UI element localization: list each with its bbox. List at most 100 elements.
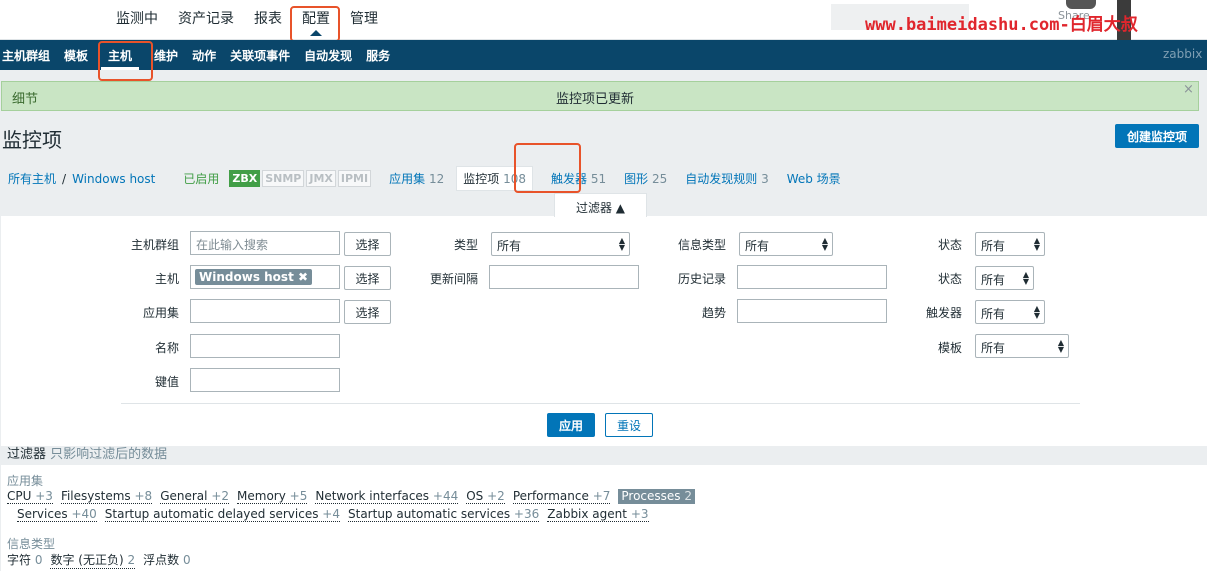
create-item-button[interactable]: 创建监控项	[1115, 124, 1199, 148]
trends-input[interactable]	[737, 299, 887, 323]
update-interval-input[interactable]	[489, 265, 639, 289]
tab-graphs[interactable]: 图形 25	[624, 170, 667, 187]
trends-label: 趋势	[701, 306, 726, 320]
host-group-input[interactable]: 在此输入搜索	[190, 231, 340, 255]
badge-zbx: ZBX	[229, 170, 261, 187]
subfilter-app-network[interactable]: Network interfaces +44	[315, 489, 459, 504]
top-nav-reports[interactable]: 报表	[246, 0, 290, 40]
subfilter-app-performance[interactable]: Performance +7	[512, 489, 611, 504]
watermark: www.baimeidashu.com-白眉大叔	[865, 15, 1138, 35]
host-status-enabled[interactable]: 已启用	[183, 170, 219, 187]
subfilter-info-char: 字符 0	[7, 553, 43, 567]
select-arrows-icon: ▲ ▼	[821, 236, 828, 252]
host-select-button[interactable]: 选择	[344, 266, 391, 290]
badge-snmp: SNMP	[262, 170, 305, 187]
key-label: 键值	[154, 375, 179, 389]
select-arrows-icon: ▲ ▼	[1033, 304, 1040, 320]
top-nav-monitoring[interactable]: 监测中	[108, 0, 166, 40]
breadcrumb-host[interactable]: Windows host	[72, 172, 155, 186]
history-input[interactable]	[737, 265, 887, 289]
host-group-label: 主机群组	[130, 238, 179, 252]
key-input[interactable]	[190, 368, 340, 392]
state-label: 状态	[937, 238, 962, 252]
host-navigation: 所有主机 / Windows host 已启用 ZBX SNMP JMX IPM…	[8, 166, 841, 191]
state-select[interactable]: 所有 ▲ ▼	[975, 232, 1045, 256]
subfilter-app-startup-delayed[interactable]: Startup automatic delayed services +4	[104, 507, 340, 522]
reset-button[interactable]: 重设	[605, 413, 653, 437]
template-label: 模板	[937, 341, 962, 355]
tab-discovery-rules[interactable]: 自动发现规则 3	[685, 170, 768, 187]
filter-toggle-tab[interactable]: 过滤器 ▲	[554, 193, 647, 217]
select-arrows-icon: ▲ ▼	[1057, 338, 1064, 354]
breadcrumb-all-hosts[interactable]: 所有主机	[8, 170, 56, 187]
name-label: 名称	[154, 341, 179, 355]
filter-divider	[121, 403, 1080, 404]
subfilter-title: 过滤器 只影响过滤后的数据	[7, 447, 168, 462]
host-label: 主机	[154, 272, 179, 286]
triggers-select[interactable]: 所有 ▲ ▼	[975, 300, 1045, 324]
host-input[interactable]: Windows host ✖	[190, 265, 340, 289]
subfilter-info-unsigned[interactable]: 数字 (无正负) 2	[50, 551, 136, 569]
subfilter-info-row: 字符 0 数字 (无正负) 2 浮点数 0	[7, 551, 199, 569]
type-select[interactable]: 所有 ▲ ▼	[491, 232, 630, 256]
sub-nav-templates[interactable]: 模板	[57, 40, 95, 70]
top-nav: 监测中 资产记录 报表 配置 管理	[108, 0, 386, 40]
sub-nav-correlation[interactable]: 关联项事件	[223, 40, 297, 70]
host-group-select-button[interactable]: 选择	[344, 232, 391, 256]
highlight-triggers	[514, 143, 581, 193]
message-text: 监控项已更新	[556, 92, 635, 107]
subfilter-app-services[interactable]: Services +40	[17, 507, 97, 522]
template-select[interactable]: 所有 ▲ ▼	[975, 334, 1069, 358]
remove-chip-icon[interactable]: ✖	[298, 270, 308, 284]
select-arrows-icon: ▲ ▼	[1033, 236, 1040, 252]
status-select[interactable]: 所有 ▲ ▼	[975, 266, 1034, 290]
brand-label: zabbix	[1163, 47, 1203, 61]
subfilter-app-os[interactable]: OS +2	[466, 489, 505, 504]
close-icon[interactable]: ×	[1183, 82, 1194, 97]
top-nav-administration[interactable]: 管理	[342, 0, 386, 40]
tab-applications[interactable]: 应用集 12	[389, 170, 444, 187]
triggers-label: 触发器	[925, 306, 962, 320]
status-label: 状态	[937, 272, 962, 286]
subfilter-applications-heading: 应用集	[7, 474, 44, 488]
select-arrows-icon: ▲ ▼	[1022, 270, 1029, 286]
badge-jmx: JMX	[306, 170, 336, 187]
subfilter-info-type-heading: 信息类型	[7, 537, 56, 551]
subfilter-info-float: 浮点数 0	[143, 553, 191, 567]
tab-web-scenarios[interactable]: Web 场景	[787, 170, 841, 187]
type-label: 类型	[453, 238, 478, 252]
top-nav-inventory[interactable]: 资产记录	[170, 0, 242, 40]
info-type-select[interactable]: 所有 ▲ ▼	[739, 232, 833, 256]
name-input[interactable]	[190, 334, 340, 358]
sub-nav: 主机群组 模板 主机 维护 动作 关联项事件 自动发现 服务	[0, 40, 397, 70]
apply-button[interactable]: 应用	[547, 413, 595, 437]
subfilter-app-memory[interactable]: Memory +5	[237, 489, 308, 504]
subfilter-app-zabbix-agent[interactable]: Zabbix agent +3	[547, 507, 649, 522]
highlight-configuration	[290, 6, 340, 42]
select-arrows-icon: ▲ ▼	[618, 236, 625, 252]
subfilter-app-startup-auto[interactable]: Startup automatic services +36	[348, 507, 540, 522]
message-details-link[interactable]: 细节	[12, 88, 38, 107]
subfilter-app-processes[interactable]: Processes 2	[618, 489, 696, 504]
sub-nav-services[interactable]: 服务	[359, 40, 397, 70]
badge-ipmi: IPMI	[337, 170, 372, 187]
highlight-hosts	[98, 41, 153, 81]
subfilter-apps-row-2: Services +40 Startup automatic delayed s…	[17, 507, 657, 522]
update-interval-label: 更新间隔	[429, 272, 478, 286]
share-overlay	[1066, 0, 1096, 9]
breadcrumb-separator: /	[62, 171, 67, 186]
host-chip: Windows host ✖	[195, 269, 313, 285]
application-select-button[interactable]: 选择	[344, 300, 391, 324]
history-label: 历史记录	[677, 272, 726, 286]
subfilter-app-filesystems[interactable]: Filesystems +8	[60, 489, 153, 504]
application-input[interactable]	[190, 299, 340, 323]
sub-nav-discovery[interactable]: 自动发现	[297, 40, 359, 70]
page-title: 监控项	[2, 128, 62, 152]
application-label: 应用集	[142, 306, 179, 320]
subfilter-apps-row-1: CPU +3 Filesystems +8 General +2 Memory …	[7, 489, 703, 504]
sub-nav-actions[interactable]: 动作	[185, 40, 223, 70]
subfilter-app-cpu[interactable]: CPU +3	[7, 489, 53, 504]
sub-nav-host-groups[interactable]: 主机群组	[0, 40, 57, 70]
info-type-label: 信息类型	[677, 238, 726, 252]
subfilter-app-general[interactable]: General +2	[160, 489, 230, 504]
